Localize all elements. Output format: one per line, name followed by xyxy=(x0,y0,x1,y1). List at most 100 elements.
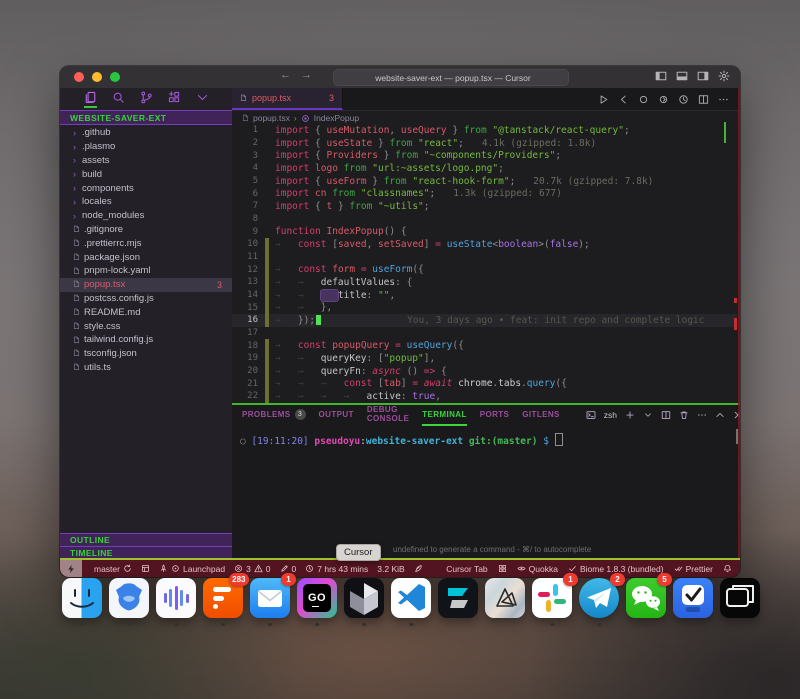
tree-item--github[interactable]: ›.github xyxy=(60,126,232,140)
status-item-cursor-tab[interactable]: Cursor Tab xyxy=(446,564,487,574)
status-item-wakatime[interactable]: 7 hrs 43 mins xyxy=(305,564,368,574)
code-line-12[interactable]: 12→ const form = useForm({ xyxy=(232,263,737,276)
new-terminal-icon[interactable] xyxy=(625,410,635,420)
code-line-11[interactable]: 11 xyxy=(232,251,737,264)
dock-icon-wechat[interactable]: 5 xyxy=(626,578,666,618)
remote-indicator[interactable] xyxy=(60,560,82,577)
panel-tab-terminal[interactable]: TERMINAL xyxy=(422,404,467,426)
tree-item-assets[interactable]: ›assets xyxy=(60,154,232,168)
minimize-window-button[interactable] xyxy=(92,72,102,82)
terminal-dropdown-icon[interactable] xyxy=(643,410,653,420)
zoom-window-button[interactable] xyxy=(110,72,120,82)
code-line-19[interactable]: 19→ → queryKey: ["popup"], xyxy=(232,352,737,365)
dock-icon-slack[interactable]: 1 xyxy=(532,578,572,618)
split-terminal-icon[interactable] xyxy=(661,410,671,420)
breadcrumb-file[interactable]: popup.tsx xyxy=(253,113,290,123)
timeline-clock-icon[interactable] xyxy=(678,94,689,105)
status-item-quokka[interactable]: Quokka xyxy=(517,564,558,574)
shell-name[interactable]: zsh xyxy=(604,410,617,420)
tab-popup-tsx[interactable]: popup.tsx 3 xyxy=(232,88,343,110)
code-line-21[interactable]: 21→ → → const [tab] = await chrome.tabs.… xyxy=(232,377,737,390)
tree-item-tailwind-config-js[interactable]: tailwind.config.js xyxy=(60,333,232,347)
tree-item-pnpm-lock-yaml[interactable]: pnpm-lock.yaml xyxy=(60,264,232,278)
code-line-9[interactable]: 9function IndexPopup() { xyxy=(232,225,737,238)
status-item-filesize[interactable]: 3.2 KiB xyxy=(377,564,404,574)
tree-item-build[interactable]: ›build xyxy=(60,167,232,181)
tree-item-components[interactable]: ›components xyxy=(60,181,232,195)
more-terminal-icon[interactable] xyxy=(697,410,707,420)
tree-item-popup-tsx[interactable]: popup.tsx3 xyxy=(60,278,232,292)
maximize-panel-icon[interactable] xyxy=(715,410,725,420)
extensions-icon[interactable] xyxy=(168,91,181,108)
explorer-section-header[interactable]: WEBSITE-SAVER-EXT xyxy=(60,110,232,125)
code-line-2[interactable]: 2import { useState } from "react";4.1k (… xyxy=(232,137,737,150)
panel-tab-gitlens[interactable]: GITLENS xyxy=(522,404,559,426)
close-window-button[interactable] xyxy=(74,72,84,82)
status-item-biome[interactable]: Biome 1.8.3 (bundled) xyxy=(568,564,664,574)
toggle-sidebar-icon[interactable] xyxy=(655,70,667,82)
dock-icon-todo-app[interactable] xyxy=(673,578,713,618)
dock-icon-screens-app[interactable] xyxy=(720,578,760,618)
kill-terminal-icon[interactable] xyxy=(679,410,689,420)
dock-icon-cursor[interactable] xyxy=(344,578,384,618)
dock-icon-vscode[interactable] xyxy=(391,578,431,618)
status-item-launchpad[interactable]: Launchpad xyxy=(159,564,225,574)
tree-item-style-css[interactable]: style.css xyxy=(60,319,232,333)
status-item-pen-count[interactable]: 0 xyxy=(280,564,297,574)
dock-icon-audio-app[interactable] xyxy=(156,578,196,618)
panel-tab-problems[interactable]: PROBLEMS3 xyxy=(242,404,306,426)
toggle-secondary-sidebar-icon[interactable] xyxy=(697,70,709,82)
code-line-17[interactable]: 17 xyxy=(232,327,737,340)
settings-gear-icon[interactable] xyxy=(718,70,730,82)
editor-scrollbar[interactable] xyxy=(724,122,726,143)
code-line-6[interactable]: 6import cn from "classnames";1.3k (gzipp… xyxy=(232,187,737,200)
tree-item-node-modules[interactable]: ›node_modules xyxy=(60,209,232,223)
chevron-down-icon[interactable] xyxy=(196,91,209,108)
panel-tab-debug-console[interactable]: DEBUG CONSOLE xyxy=(367,404,409,426)
split-editor-icon[interactable] xyxy=(698,94,709,105)
panel-tab-output[interactable]: OUTPUT xyxy=(319,404,354,426)
forward-icon[interactable]: → xyxy=(301,69,312,81)
tree-item-readme-md[interactable]: README.md xyxy=(60,305,232,319)
status-item-prettier[interactable]: Prettier xyxy=(674,564,713,574)
command-center-search[interactable]: website-saver-ext — popup.tsx — Cursor xyxy=(333,69,569,86)
code-line-1[interactable]: 1import { useMutation, useQuery } from "… xyxy=(232,124,737,137)
run-icon[interactable] xyxy=(598,94,609,105)
dock-icon-warp[interactable] xyxy=(438,578,478,618)
code-line-20[interactable]: 20→ → queryFn: async () => { xyxy=(232,365,737,378)
breadcrumb[interactable]: popup.tsx › IndexPopup xyxy=(232,111,740,125)
status-item-branch[interactable]: master xyxy=(91,564,132,574)
tree-item--prettierrc-mjs[interactable]: .prettierrc.mjs xyxy=(60,236,232,250)
tree-item--plasmo[interactable]: ›.plasmo xyxy=(60,140,232,154)
back-icon[interactable]: ← xyxy=(280,69,291,81)
source-control-icon[interactable] xyxy=(140,91,153,108)
code-line-22[interactable]: 22→ → → → active: true, xyxy=(232,390,737,403)
dock-icon-reader-app[interactable]: 283 xyxy=(203,578,243,618)
code-line-10[interactable]: 10→ const [saved, setSaved] = useState<b… xyxy=(232,238,737,251)
tree-item-tsconfig-json[interactable]: tsconfig.json xyxy=(60,347,232,361)
code-line-14[interactable]: 14→ → title: "", xyxy=(232,289,737,302)
dock-icon-design-app[interactable] xyxy=(485,578,525,618)
dock-icon-finder[interactable] xyxy=(62,578,102,618)
code-editor[interactable]: 1import { useMutation, useQuery } from "… xyxy=(232,124,737,403)
dock-icon-mail-app[interactable]: 1 xyxy=(250,578,290,618)
code-line-15[interactable]: 15→ → }, xyxy=(232,301,737,314)
code-line-7[interactable]: 7import { t } from "~utils"; xyxy=(232,200,737,213)
code-line-13[interactable]: 13→ → defaultValues: { xyxy=(232,276,737,289)
code-line-5[interactable]: 5import { useForm } from "react-hook-for… xyxy=(232,175,737,188)
more-actions-icon[interactable] xyxy=(718,94,729,105)
terminal-prompt[interactable]: ○ [19:11:20] pseudoyu:website-saver-ext … xyxy=(240,433,563,447)
tree-item--gitignore[interactable]: .gitignore xyxy=(60,223,232,237)
dock-icon-telegram[interactable]: 2 xyxy=(579,578,619,618)
code-line-16[interactable]: 16→ });You, 3 days ago • feat: init repo… xyxy=(232,314,737,327)
status-item-extension-status[interactable] xyxy=(141,564,150,573)
tree-item-package-json[interactable]: package.json xyxy=(60,250,232,264)
search-view-icon[interactable] xyxy=(112,91,125,108)
code-line-8[interactable]: 8 xyxy=(232,213,737,226)
tree-item-utils-ts[interactable]: utils.ts xyxy=(60,361,232,375)
back-arrow-icon[interactable] xyxy=(618,94,629,105)
circle-arrow-icon[interactable] xyxy=(658,94,669,105)
tree-item-postcss-config-js[interactable]: postcss.config.js xyxy=(60,292,232,306)
status-item-feather[interactable] xyxy=(414,564,423,573)
dock-icon-goland[interactable]: GO xyxy=(297,578,337,618)
